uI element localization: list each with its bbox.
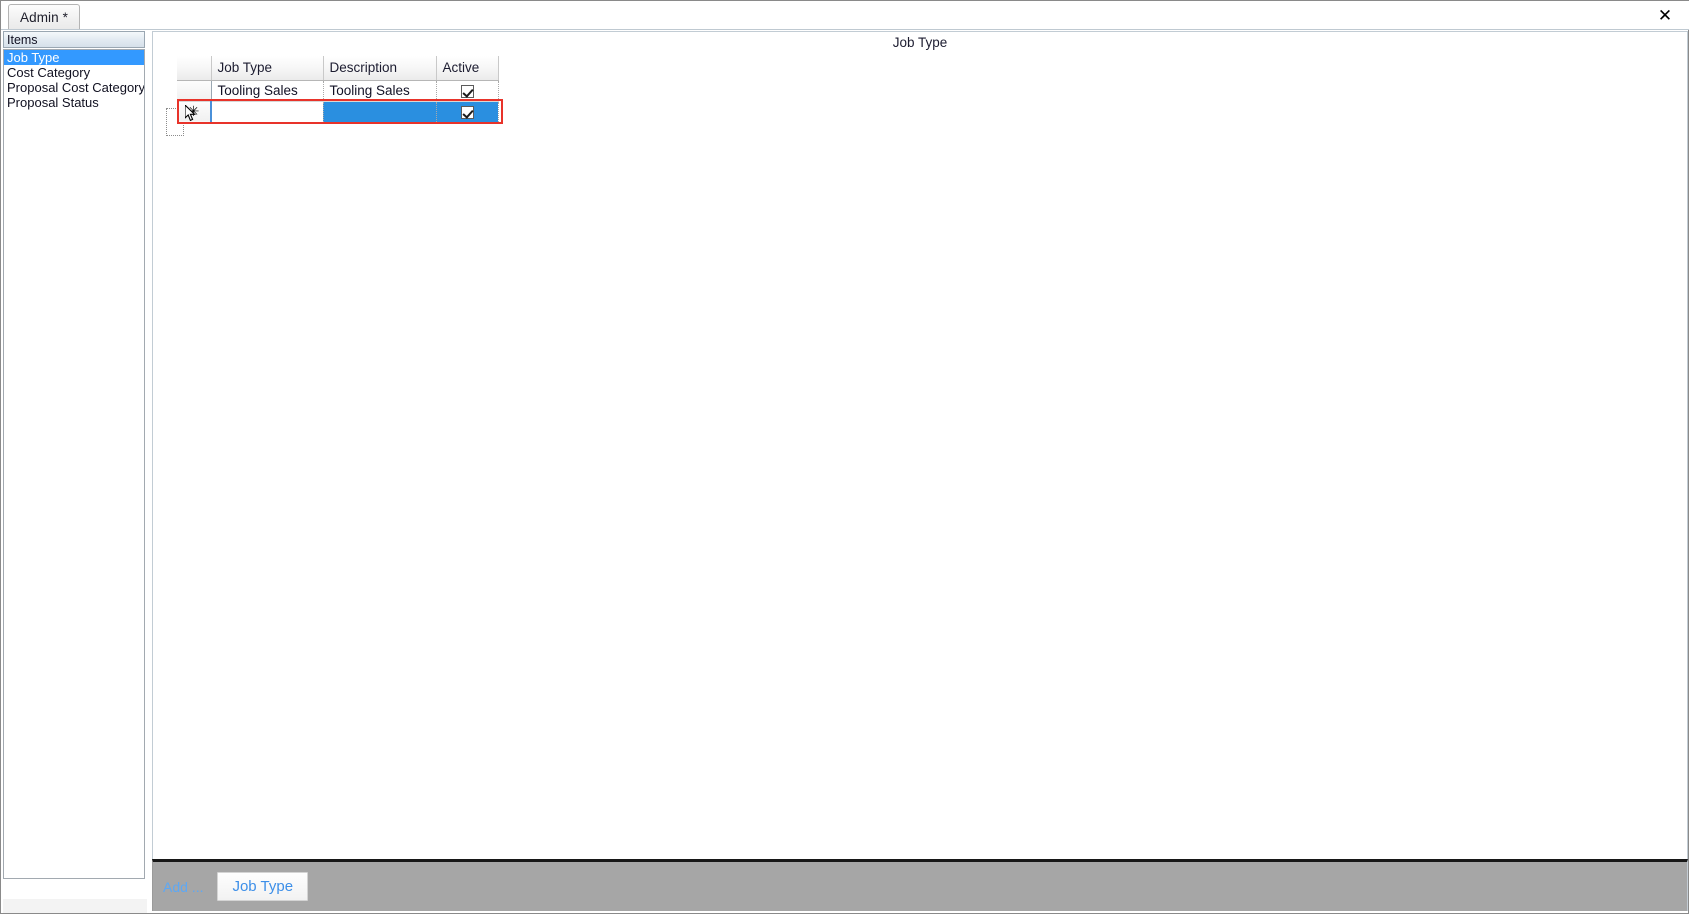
page-title: Job Type [892,35,948,50]
data-grid: Job Type Description Active Tooling Sale… [177,56,499,123]
sidebar-item-proposal-status[interactable]: Proposal Status [4,95,144,110]
close-icon-glyph: ✕ [1657,5,1673,26]
table-row-new[interactable]: ✳ [177,101,499,123]
sidebar-item-job-type-label: Job Type [7,50,60,65]
asterisk-icon: ✳ [187,104,200,120]
data-grid-header: Job Type Description Active [177,56,499,81]
sidebar-item-proposal-cost-category[interactable]: Proposal Cost Category [4,80,144,95]
tab-admin-label: Admin * [20,9,68,25]
sidebar-item-proposal-cost-category-label: Proposal Cost Category [7,80,145,95]
cell-job-type[interactable]: Tooling Sales [211,80,324,102]
column-header-active[interactable]: Active [436,56,499,81]
tab-strip: Admin * ✕ [1,1,1689,30]
items-panel-header-label: Items [7,32,38,47]
items-list[interactable]: Job Type Cost Category Proposal Cost Cat… [3,49,145,879]
data-grid-header-row: Job Type Description Active [177,56,499,81]
sidebar-item-job-type[interactable]: Job Type [4,50,144,65]
cell-description-selected[interactable] [323,101,437,123]
data-grid-body: Tooling Sales Tooling Sales ✳ [177,80,499,123]
column-header-job-type[interactable]: Job Type [211,56,324,81]
cell-active-new[interactable] [436,101,499,123]
sidebar-item-cost-category[interactable]: Cost Category [4,65,144,80]
checkbox-active-checked[interactable] [460,84,474,98]
column-header-description[interactable]: Description [323,56,437,81]
cell-active[interactable] [436,80,499,102]
sidebar-item-cost-category-label: Cost Category [7,65,91,80]
sidebar-item-proposal-status-label: Proposal Status [7,95,99,110]
items-panel-bottom-strip [3,899,147,913]
cell-job-type-editing[interactable] [210,101,324,123]
add-job-type-button[interactable]: Job Type [217,872,309,901]
close-icon[interactable]: ✕ [1654,5,1676,27]
items-panel: Items Job Type Cost Category Proposal Co… [3,31,147,913]
add-label: Add ... [163,878,204,895]
cell-description[interactable]: Tooling Sales [323,80,437,102]
row-selector-cell[interactable] [177,80,212,102]
table-row[interactable]: Tooling Sales Tooling Sales [177,80,499,102]
content-panel: Job Type Job Type Description Active Too… [152,31,1688,859]
column-header-row-selector[interactable] [177,56,212,81]
new-row-indicator-cell[interactable]: ✳ [177,101,212,123]
application-window: Admin * ✕ Items Job Type Cost Category P… [0,0,1689,914]
checkbox-active-new-checked[interactable] [460,105,474,119]
tab-admin[interactable]: Admin * [8,4,80,29]
items-panel-header: Items [3,31,145,48]
bottom-action-bar: Add ... Job Type [152,859,1688,911]
